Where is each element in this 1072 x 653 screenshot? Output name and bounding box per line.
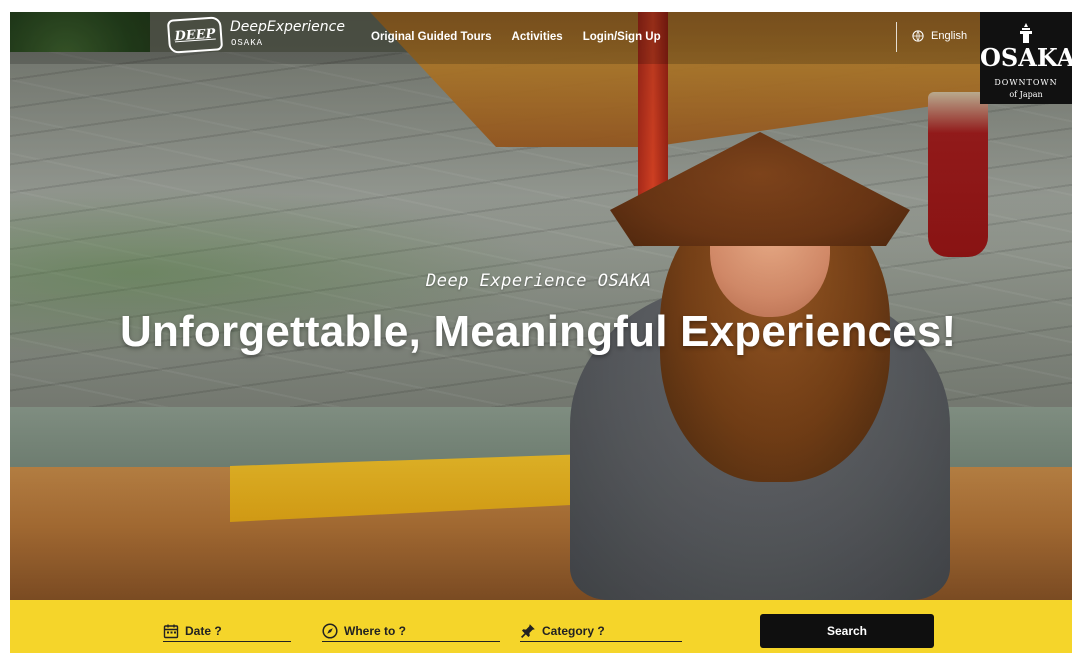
language-selector[interactable]: English xyxy=(912,30,967,42)
search-bar: Date ? Where to ? Category ? Search xyxy=(10,600,1072,653)
date-label: Date ? xyxy=(185,623,222,638)
osaka-castle-icon xyxy=(1020,23,1032,43)
page: DEEP DeepExperience OSAKA Original Guide… xyxy=(0,0,1072,653)
hero-image xyxy=(10,12,1072,600)
search-button[interactable]: Search xyxy=(760,614,934,648)
nav-login-signup[interactable]: Login/Sign Up xyxy=(583,31,661,43)
hero-title: Unforgettable, Meaningful Experiences! xyxy=(120,307,957,356)
main-nav: Original Guided Tours Activities Login/S… xyxy=(371,31,661,43)
compass-icon xyxy=(322,622,338,639)
nav-activities[interactable]: Activities xyxy=(512,31,563,43)
deep-logo-icon[interactable]: DEEP xyxy=(166,16,224,54)
category-field[interactable]: Category ? xyxy=(520,620,682,642)
language-divider xyxy=(896,22,897,52)
osaka-downtown-badge[interactable]: OSAKA DOWNTOWN of Japan xyxy=(980,12,1072,104)
category-label: Category ? xyxy=(542,623,605,638)
osaka-badge-line2: of Japan xyxy=(1009,90,1043,99)
brand-name[interactable]: DeepExperience xyxy=(230,19,345,35)
calendar-icon xyxy=(163,624,179,638)
hero-shade xyxy=(10,12,1072,600)
where-field[interactable]: Where to ? xyxy=(322,620,500,642)
brand-sub: OSAKA xyxy=(231,38,264,48)
date-field[interactable]: Date ? xyxy=(163,620,291,642)
globe-icon xyxy=(912,30,924,42)
pin-icon xyxy=(521,623,535,638)
osaka-badge-line1: DOWNTOWN xyxy=(994,78,1058,87)
language-label: English xyxy=(931,30,968,42)
hero-kicker: Deep Experience OSAKA xyxy=(426,271,652,291)
where-label: Where to ? xyxy=(344,623,406,638)
osaka-badge-title: OSAKA xyxy=(980,43,1072,72)
nav-original-guided-tours[interactable]: Original Guided Tours xyxy=(371,31,492,43)
